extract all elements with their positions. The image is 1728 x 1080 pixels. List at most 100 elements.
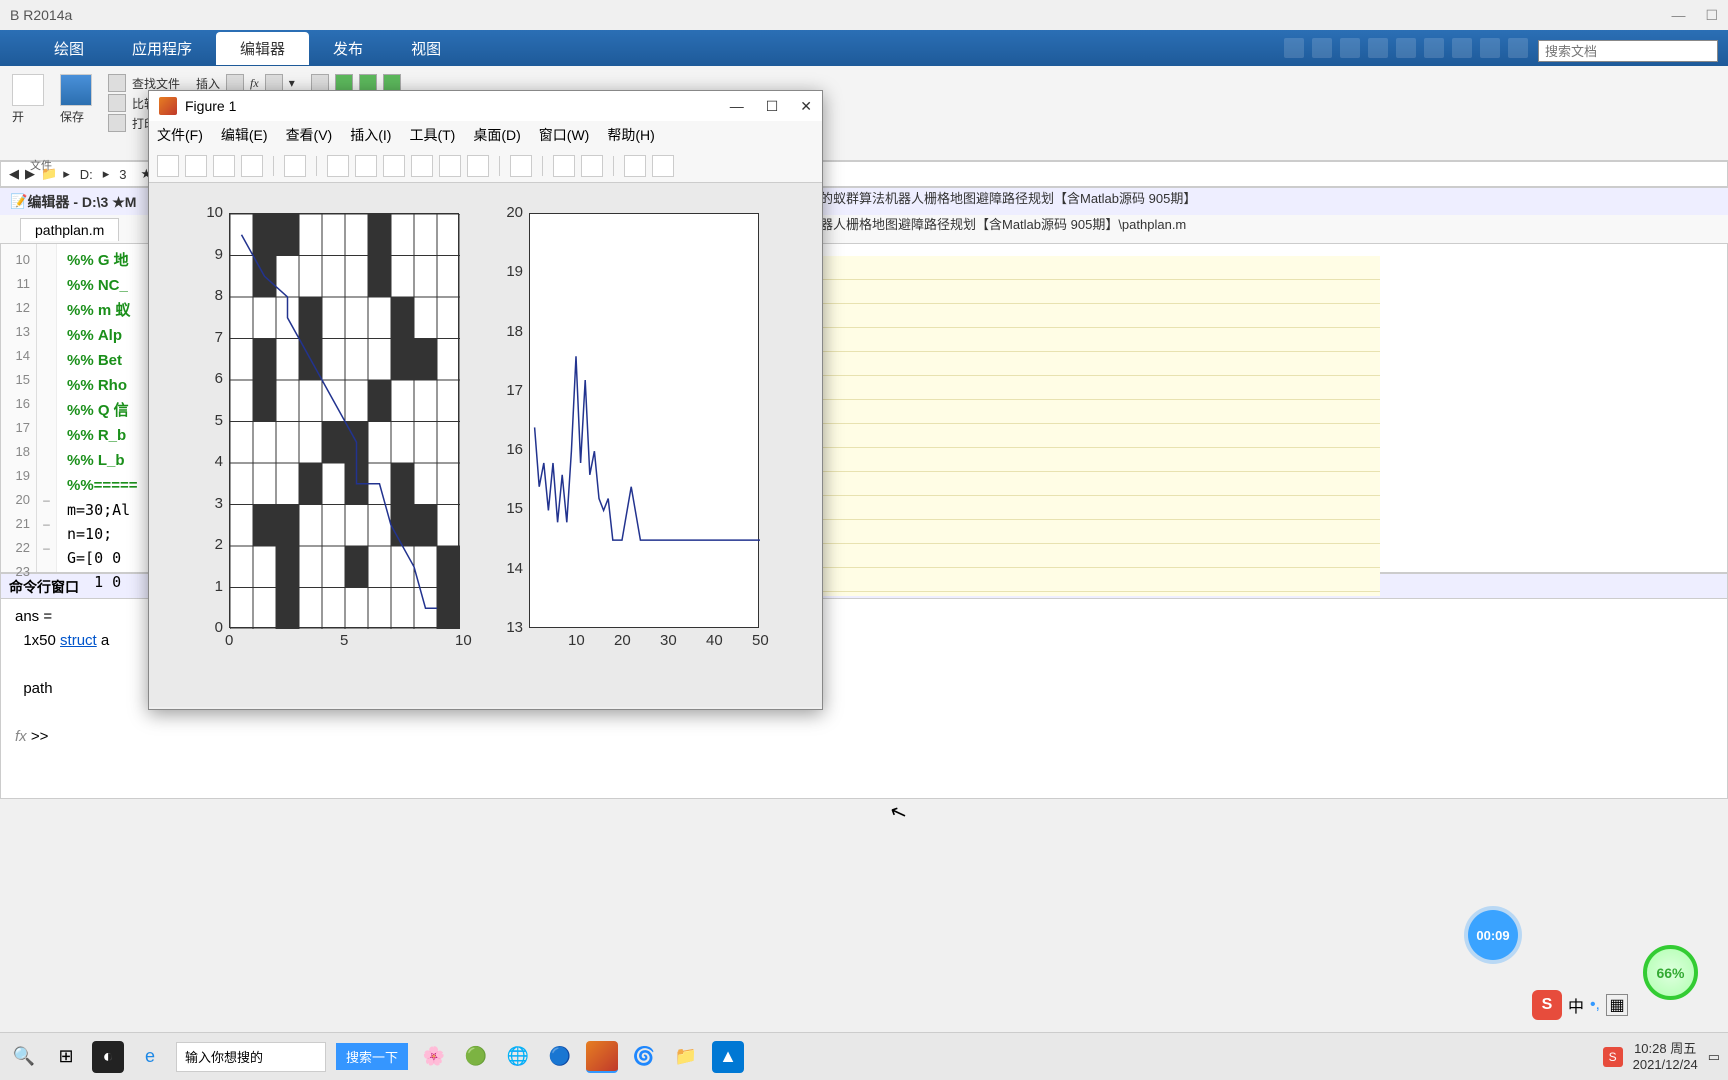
back-icon[interactable]: ◀ bbox=[9, 166, 19, 182]
notification-icon[interactable]: ▭ bbox=[1708, 1049, 1720, 1065]
fig-menu-item[interactable]: 帮助(H) bbox=[607, 125, 654, 145]
brush-icon[interactable] bbox=[467, 155, 489, 177]
open-icon[interactable] bbox=[12, 74, 44, 106]
breadcrumb-3[interactable]: 3 bbox=[115, 167, 130, 182]
convergence-chart: 13141516171819201020304050 bbox=[529, 213, 759, 628]
taskbar-search-button[interactable]: 搜索一下 bbox=[336, 1043, 408, 1070]
fig-menu-item[interactable]: 查看(V) bbox=[286, 125, 333, 145]
taskbar-search-input[interactable]: 输入你想搜的 bbox=[176, 1042, 326, 1072]
dropdown-icon[interactable]: ▾ bbox=[289, 76, 295, 90]
edge-icon[interactable]: 🌐 bbox=[502, 1041, 534, 1073]
ime-menu-icon[interactable]: ▦ bbox=[1606, 994, 1628, 1016]
figure-canvas: 0123456789100510 13141516171819201020304… bbox=[149, 183, 822, 707]
open-group: 开 bbox=[12, 74, 44, 125]
qa-icon[interactable] bbox=[1480, 38, 1500, 58]
fig-menu-item[interactable]: 插入(I) bbox=[350, 125, 391, 145]
main-titlebar: B R2014a — ☐ bbox=[0, 0, 1728, 30]
cmd-prompt: fx >> bbox=[15, 725, 1713, 749]
fig-menu-item[interactable]: 文件(F) bbox=[157, 125, 203, 145]
ie-icon[interactable]: e bbox=[134, 1041, 166, 1073]
ime-indicator[interactable]: S 中 •, ▦ bbox=[1532, 990, 1628, 1020]
matlab-taskbar-icon[interactable] bbox=[586, 1041, 618, 1073]
print-icon[interactable] bbox=[108, 114, 126, 132]
figure-titlebar[interactable]: Figure 1 — ☐ ✕ bbox=[149, 91, 822, 121]
browser-icon[interactable]: 🔵 bbox=[544, 1041, 576, 1073]
open-fig-icon[interactable] bbox=[185, 155, 207, 177]
save-label: 保存 bbox=[60, 108, 92, 125]
zoom-out-icon[interactable] bbox=[355, 155, 377, 177]
grid-map-chart: 0123456789100510 bbox=[229, 213, 459, 628]
fig-menu-item[interactable]: 桌面(D) bbox=[473, 125, 520, 145]
legend-icon[interactable] bbox=[581, 155, 603, 177]
fx-icon[interactable]: fx bbox=[250, 76, 259, 91]
explorer-icon[interactable]: 📁 bbox=[670, 1041, 702, 1073]
qa-icon[interactable] bbox=[1424, 38, 1444, 58]
search-icon[interactable]: 🔍 bbox=[8, 1041, 40, 1073]
colorbar-icon[interactable] bbox=[553, 155, 575, 177]
search-docs-input[interactable] bbox=[1538, 40, 1718, 62]
ime-punct-icon[interactable]: •, bbox=[1590, 996, 1600, 1014]
fig-menu-item[interactable]: 工具(T) bbox=[409, 125, 455, 145]
fig-close-icon[interactable]: ✕ bbox=[800, 98, 812, 115]
app-icon[interactable]: 🌀 bbox=[628, 1041, 660, 1073]
qa-icon[interactable] bbox=[1312, 38, 1332, 58]
link-icon[interactable] bbox=[510, 155, 532, 177]
qa-icon[interactable] bbox=[1368, 38, 1388, 58]
ime-lang[interactable]: 中 bbox=[1568, 993, 1584, 1017]
save-fig-icon[interactable] bbox=[213, 155, 235, 177]
sogou-tray-icon[interactable]: S bbox=[1603, 1047, 1623, 1067]
breadcrumb-d[interactable]: D: bbox=[76, 167, 97, 182]
path-fragment-1: 的蚁群算法机器人栅格地图避障路径规划【含Matlab源码 905期】 bbox=[820, 188, 1196, 207]
compare-icon[interactable] bbox=[108, 94, 126, 112]
layout2-icon[interactable] bbox=[652, 155, 674, 177]
open-label: 开 bbox=[12, 108, 44, 125]
struct-link[interactable]: struct bbox=[60, 632, 97, 649]
fig-maximize-icon[interactable]: ☐ bbox=[766, 98, 779, 115]
zoom-in-icon[interactable] bbox=[327, 155, 349, 177]
minimize-icon[interactable]: — bbox=[1671, 7, 1685, 24]
fig-menu-item[interactable]: 窗口(W) bbox=[539, 125, 590, 145]
fig-menu-item[interactable]: 编辑(E) bbox=[221, 125, 268, 145]
print-fig-icon[interactable] bbox=[241, 155, 263, 177]
clock-time[interactable]: 10:28 bbox=[1634, 1041, 1667, 1056]
qa-icon[interactable] bbox=[1452, 38, 1472, 58]
maximize-icon[interactable]: ☐ bbox=[1705, 7, 1718, 24]
app-title: B R2014a bbox=[10, 7, 72, 23]
qa-icon[interactable] bbox=[1284, 38, 1304, 58]
datatip-icon[interactable] bbox=[439, 155, 461, 177]
help-icon[interactable] bbox=[1508, 38, 1528, 58]
new-fig-icon[interactable] bbox=[157, 155, 179, 177]
system-tray: S 10:28 周五 2021/12/24 ▭ bbox=[1593, 1041, 1720, 1072]
figure-toolbar bbox=[149, 149, 822, 183]
editor-title-text: 编辑器 - D:\3 ★M bbox=[27, 192, 136, 212]
fig-minimize-icon[interactable]: — bbox=[730, 98, 744, 115]
tab-apps[interactable]: 应用程序 bbox=[108, 32, 216, 65]
app-icon[interactable]: 🌸 bbox=[418, 1041, 450, 1073]
recording-timer-badge[interactable]: 00:09 bbox=[1468, 910, 1518, 960]
find-files-label: 查找文件 bbox=[132, 75, 180, 92]
chrome-icon[interactable]: 🟢 bbox=[460, 1041, 492, 1073]
tab-publish[interactable]: 发布 bbox=[309, 32, 387, 65]
fx-prompt-icon: fx bbox=[15, 728, 27, 745]
rotate-icon[interactable] bbox=[411, 155, 433, 177]
save-icon[interactable] bbox=[60, 74, 92, 106]
file-tab[interactable]: pathplan.m bbox=[20, 218, 119, 241]
tab-plot[interactable]: 绘图 bbox=[30, 32, 108, 65]
tab-editor[interactable]: 编辑器 bbox=[216, 32, 309, 65]
insert-label: 插入 bbox=[196, 75, 220, 92]
figure-window[interactable]: Figure 1 — ☐ ✕ 文件(F) 编辑(E) 查看(V) 插入(I) 工具(T)… bbox=[148, 90, 823, 710]
find-files-icon[interactable] bbox=[108, 74, 126, 92]
sogou-icon[interactable]: S bbox=[1532, 990, 1562, 1020]
battery-badge[interactable]: 66% bbox=[1643, 945, 1698, 1000]
qa-icon[interactable] bbox=[1340, 38, 1360, 58]
taskview-icon[interactable]: ⊞ bbox=[50, 1041, 82, 1073]
clock-date[interactable]: 2021/12/24 bbox=[1633, 1057, 1698, 1073]
quick-access-icons bbox=[1284, 38, 1528, 58]
tab-view[interactable]: 视图 bbox=[387, 32, 465, 65]
obs-icon[interactable]: ◐ bbox=[92, 1041, 124, 1073]
qa-icon[interactable] bbox=[1396, 38, 1416, 58]
pointer-icon[interactable] bbox=[284, 155, 306, 177]
pan-icon[interactable] bbox=[383, 155, 405, 177]
layout-icon[interactable] bbox=[624, 155, 646, 177]
photos-icon[interactable]: ▲ bbox=[712, 1041, 744, 1073]
